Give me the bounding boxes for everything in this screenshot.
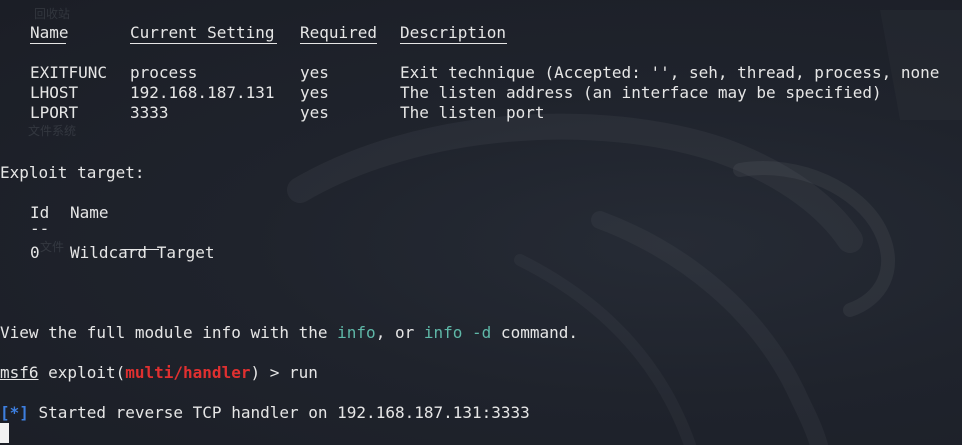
option-required: yes: [300, 83, 329, 102]
scrolled-off-line: [0, 0, 482, 7]
desktop-label-recycle-bin: 回收站: [34, 7, 71, 21]
col-header-current-setting: Current Setting: [130, 23, 275, 42]
module-info-hint: View the full module info with the info,…: [0, 323, 578, 343]
col-header-description: Description: [400, 23, 506, 42]
col-underline-current-setting: [130, 43, 277, 44]
msf-prompt-line: msf6 exploit(multi/handler) > run: [0, 363, 318, 383]
terminal-cursor[interactable]: [0, 423, 9, 443]
info-command: info: [337, 323, 376, 342]
target-name: Wildcard Target: [70, 243, 215, 262]
hint-prefix: View the full module info with the: [0, 323, 338, 342]
col-underline-name: [30, 43, 66, 44]
options-table-header: Name Current Setting Required Descriptio…: [0, 23, 962, 44]
status-marker: [*]: [0, 403, 29, 422]
terminal-window[interactable]: 回收站 文件系统 文件 Name Current Setting Require…: [0, 0, 962, 445]
underline-id: --: [30, 219, 50, 238]
col-underline-description: [400, 43, 507, 44]
module-name: multi/handler: [125, 363, 251, 382]
option-name: LPORT: [30, 103, 79, 122]
table-row: LPORT 3333 yes The listen port: [0, 103, 962, 123]
col-underline-required: [300, 43, 377, 44]
info-detailed-command: info -d: [423, 323, 492, 342]
option-required: yes: [300, 103, 329, 122]
hint-suffix: command.: [491, 323, 578, 342]
option-description: Exit technique (Accepted: '', seh, threa…: [400, 63, 940, 82]
option-setting: 192.168.187.131: [130, 83, 275, 102]
col-header-required: Required: [300, 23, 378, 42]
option-name: EXITFUNC: [30, 63, 108, 82]
table-row: 0 Wildcard Target: [0, 243, 962, 263]
option-required: yes: [300, 63, 329, 82]
exploit-target-heading: Exploit target:: [0, 163, 145, 182]
col-header-name: Name: [30, 23, 69, 42]
table-row: EXITFUNC process yes Exit technique (Acc…: [0, 63, 962, 83]
status-text: Started reverse TCP handler on 192.168.1…: [28, 403, 530, 422]
msf-prompt: msf6: [0, 363, 39, 382]
option-name: LHOST: [30, 83, 79, 102]
prompt-exploit-prefix: exploit(: [38, 363, 126, 382]
option-description: The listen address (an interface may be …: [400, 83, 882, 102]
target-id: 0: [30, 243, 40, 262]
target-table-underline: --: [0, 219, 962, 250]
underline-target-name: [70, 219, 159, 250]
status-line: [*] Started reverse TCP handler on 192.1…: [0, 403, 530, 423]
table-row: LHOST 192.168.187.131 yes The listen add…: [0, 83, 962, 103]
option-description: The listen port: [400, 103, 545, 122]
hint-mid: , or: [375, 323, 424, 342]
prompt-command: ) > run: [250, 363, 318, 382]
option-setting: process: [130, 63, 198, 82]
option-setting: 3333: [130, 103, 169, 122]
